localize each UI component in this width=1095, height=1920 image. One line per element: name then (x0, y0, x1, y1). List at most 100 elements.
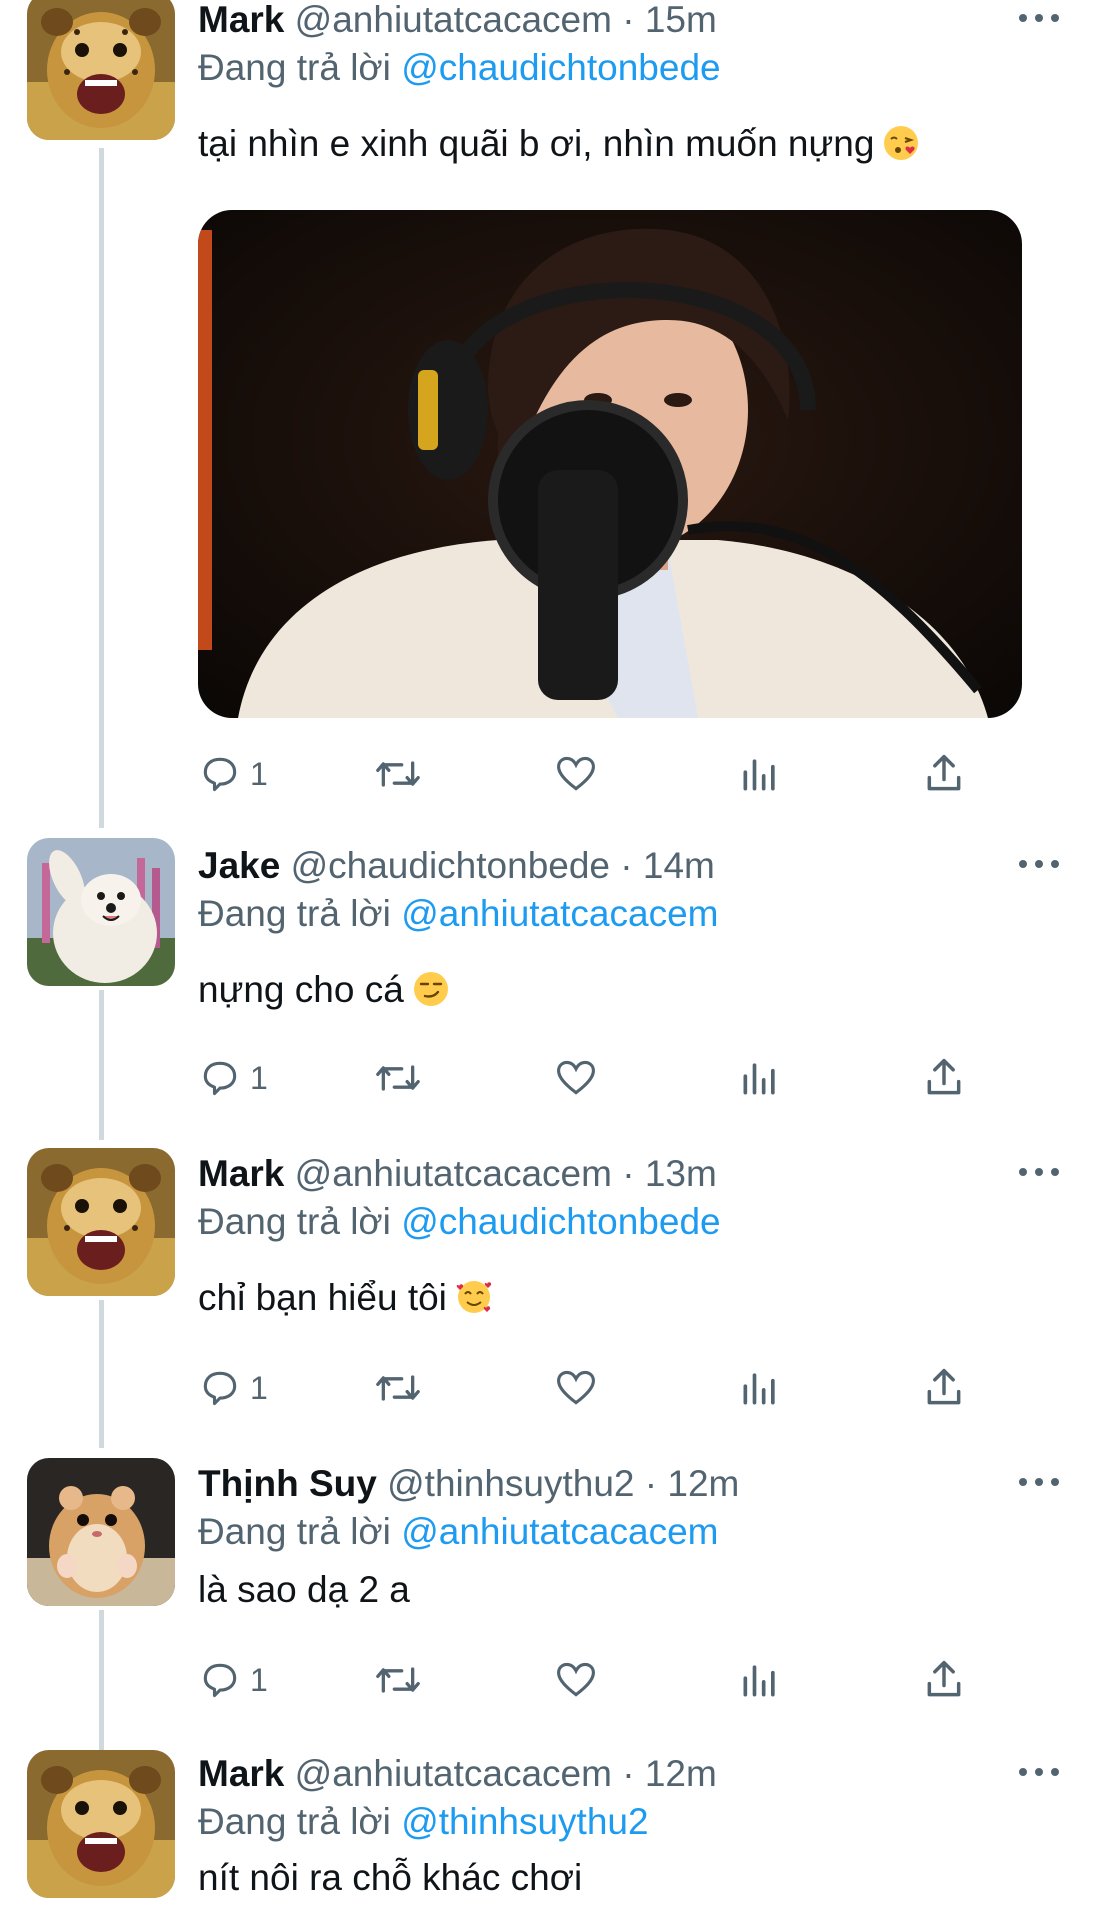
tweet-text: là sao dạ 2 a (198, 1566, 1055, 1614)
reply-prefix: Đang trả lời (198, 47, 391, 88)
heart-icon (557, 756, 595, 791)
mention-link[interactable]: @anhiutatcacacem (401, 1511, 718, 1552)
reply-action[interactable]: 1 (198, 748, 268, 800)
mention-link[interactable]: @anhiutatcacacem (401, 893, 718, 934)
tweet-actions: 1 (198, 1362, 998, 1414)
views-action[interactable] (738, 1654, 782, 1706)
tweet[interactable]: Mark @anhiutatcacacem · 12m Đang trả lời… (0, 1750, 1095, 1920)
avatar-cheetah[interactable] (27, 1750, 175, 1898)
retweet-icon (376, 761, 420, 787)
user-handle[interactable]: @anhiutatcacacem (295, 1753, 612, 1794)
views-action[interactable] (738, 1362, 782, 1414)
share-icon (927, 1660, 961, 1697)
timestamp[interactable]: · 12m (645, 1463, 740, 1504)
like-action[interactable] (554, 1052, 598, 1104)
share-action[interactable] (922, 1654, 966, 1706)
tweet-text: nựng cho cá (198, 966, 1055, 1014)
avatar-hamster[interactable] (27, 1458, 175, 1606)
tweet[interactable]: Thịnh Suy @thinhsuythu2 · 12m Đang trả l… (0, 1458, 1095, 1750)
reply-context: Đang trả lời @chaudichtonbede (198, 1198, 1055, 1246)
reply-prefix: Đang trả lời (198, 1511, 391, 1552)
retweet-icon (376, 1667, 420, 1693)
display-name[interactable]: Mark (198, 1153, 284, 1194)
share-action[interactable] (922, 1052, 966, 1104)
tweet-header: Mark @anhiutatcacacem · 15m (198, 0, 1055, 44)
user-handle[interactable]: @anhiutatcacacem (295, 1153, 612, 1194)
retweet-icon (376, 1065, 420, 1091)
display-name[interactable]: Thịnh Suy (198, 1463, 377, 1504)
retweet-action[interactable] (374, 1052, 422, 1104)
heart-icon (557, 1662, 595, 1697)
tweet[interactable]: Jake @chaudichtonbede · 14m Đang trả lời… (0, 838, 1095, 1148)
user-handle[interactable]: @chaudichtonbede (291, 845, 610, 886)
share-icon (927, 1368, 961, 1405)
heart-icon (557, 1370, 595, 1405)
mention-link[interactable]: @chaudichtonbede (401, 47, 720, 88)
face-blowing-kiss-icon (884, 126, 919, 160)
more-options-icon[interactable] (1019, 854, 1059, 874)
like-action[interactable] (554, 748, 598, 800)
timestamp[interactable]: · 14m (620, 845, 715, 886)
tweet-header: Jake @chaudichtonbede · 14m (198, 842, 1055, 890)
views-action[interactable] (738, 748, 782, 800)
smirking-face-icon (413, 972, 448, 1006)
analytics-icon (743, 1063, 775, 1095)
avatar-cheetah[interactable] (27, 0, 175, 140)
tweet-header: Thịnh Suy @thinhsuythu2 · 12m (198, 1460, 1055, 1508)
reply-count: 1 (250, 1059, 268, 1096)
reply-icon (203, 757, 237, 792)
reply-count: 1 (250, 1369, 268, 1406)
views-action[interactable] (738, 1052, 782, 1104)
mention-link[interactable]: @chaudichtonbede (401, 1201, 720, 1242)
tweet-actions: 1 (198, 1052, 998, 1104)
reply-context: Đang trả lời @anhiutatcacacem (198, 1508, 1055, 1556)
timestamp[interactable]: · 15m (622, 0, 717, 40)
display-name[interactable]: Jake (198, 845, 280, 886)
reply-action[interactable]: 1 (198, 1654, 268, 1706)
tweet-text-content: là sao dạ 2 a (198, 1569, 410, 1610)
user-handle[interactable]: @thinhsuythu2 (387, 1463, 634, 1504)
retweet-action[interactable] (374, 1362, 422, 1414)
more-options-icon[interactable] (1019, 1762, 1059, 1782)
share-action[interactable] (922, 1362, 966, 1414)
reply-action[interactable]: 1 (198, 1362, 268, 1414)
reply-count: 1 (250, 1661, 268, 1698)
share-action[interactable] (922, 748, 966, 800)
reply-prefix: Đang trả lời (198, 1201, 391, 1242)
reply-context: Đang trả lời @anhiutatcacacem (198, 890, 1055, 938)
more-options-icon[interactable] (1019, 1472, 1059, 1492)
more-options-icon[interactable] (1019, 1162, 1059, 1182)
retweet-action[interactable] (374, 748, 422, 800)
timestamp[interactable]: · 12m (622, 1753, 717, 1794)
share-icon (927, 1058, 961, 1095)
tweet-text-content: nít nôi ra chỗ khác chơi (198, 1857, 583, 1898)
timestamp[interactable]: · 13m (622, 1153, 717, 1194)
like-action[interactable] (554, 1654, 598, 1706)
tweet-media-image[interactable] (198, 210, 1022, 718)
reply-action[interactable]: 1 (198, 1052, 268, 1104)
share-icon (927, 754, 961, 791)
retweet-action[interactable] (374, 1654, 422, 1706)
heart-icon (557, 1060, 595, 1095)
tweet[interactable]: Mark @anhiutatcacacem · 15m Đang trả lời… (0, 0, 1095, 830)
reply-count: 1 (250, 755, 268, 792)
like-action[interactable] (554, 1362, 598, 1414)
smiling-face-with-hearts-icon (456, 1281, 492, 1313)
more-options-icon[interactable] (1019, 8, 1059, 28)
avatar-dog[interactable] (27, 838, 175, 986)
reply-context: Đang trả lời @thinhsuythu2 (198, 1798, 1055, 1846)
tweet-header: Mark @anhiutatcacacem · 13m (198, 1150, 1055, 1198)
retweet-icon (376, 1375, 420, 1401)
display-name[interactable]: Mark (198, 1753, 284, 1794)
user-handle[interactable]: @anhiutatcacacem (295, 0, 612, 40)
display-name[interactable]: Mark (198, 0, 284, 40)
tweet-text: nít nôi ra chỗ khác chơi (198, 1854, 1055, 1902)
tweet-text-content: chỉ bạn hiểu tôi (198, 1277, 447, 1318)
analytics-icon (743, 759, 775, 791)
tweet[interactable]: Mark @anhiutatcacacem · 13m Đang trả lời… (0, 1148, 1095, 1458)
avatar-cheetah[interactable] (27, 1148, 175, 1296)
reply-icon (203, 1663, 237, 1698)
tweet-actions: 1 (198, 1654, 998, 1706)
mention-link[interactable]: @thinhsuythu2 (401, 1801, 648, 1842)
reply-prefix: Đang trả lời (198, 893, 391, 934)
